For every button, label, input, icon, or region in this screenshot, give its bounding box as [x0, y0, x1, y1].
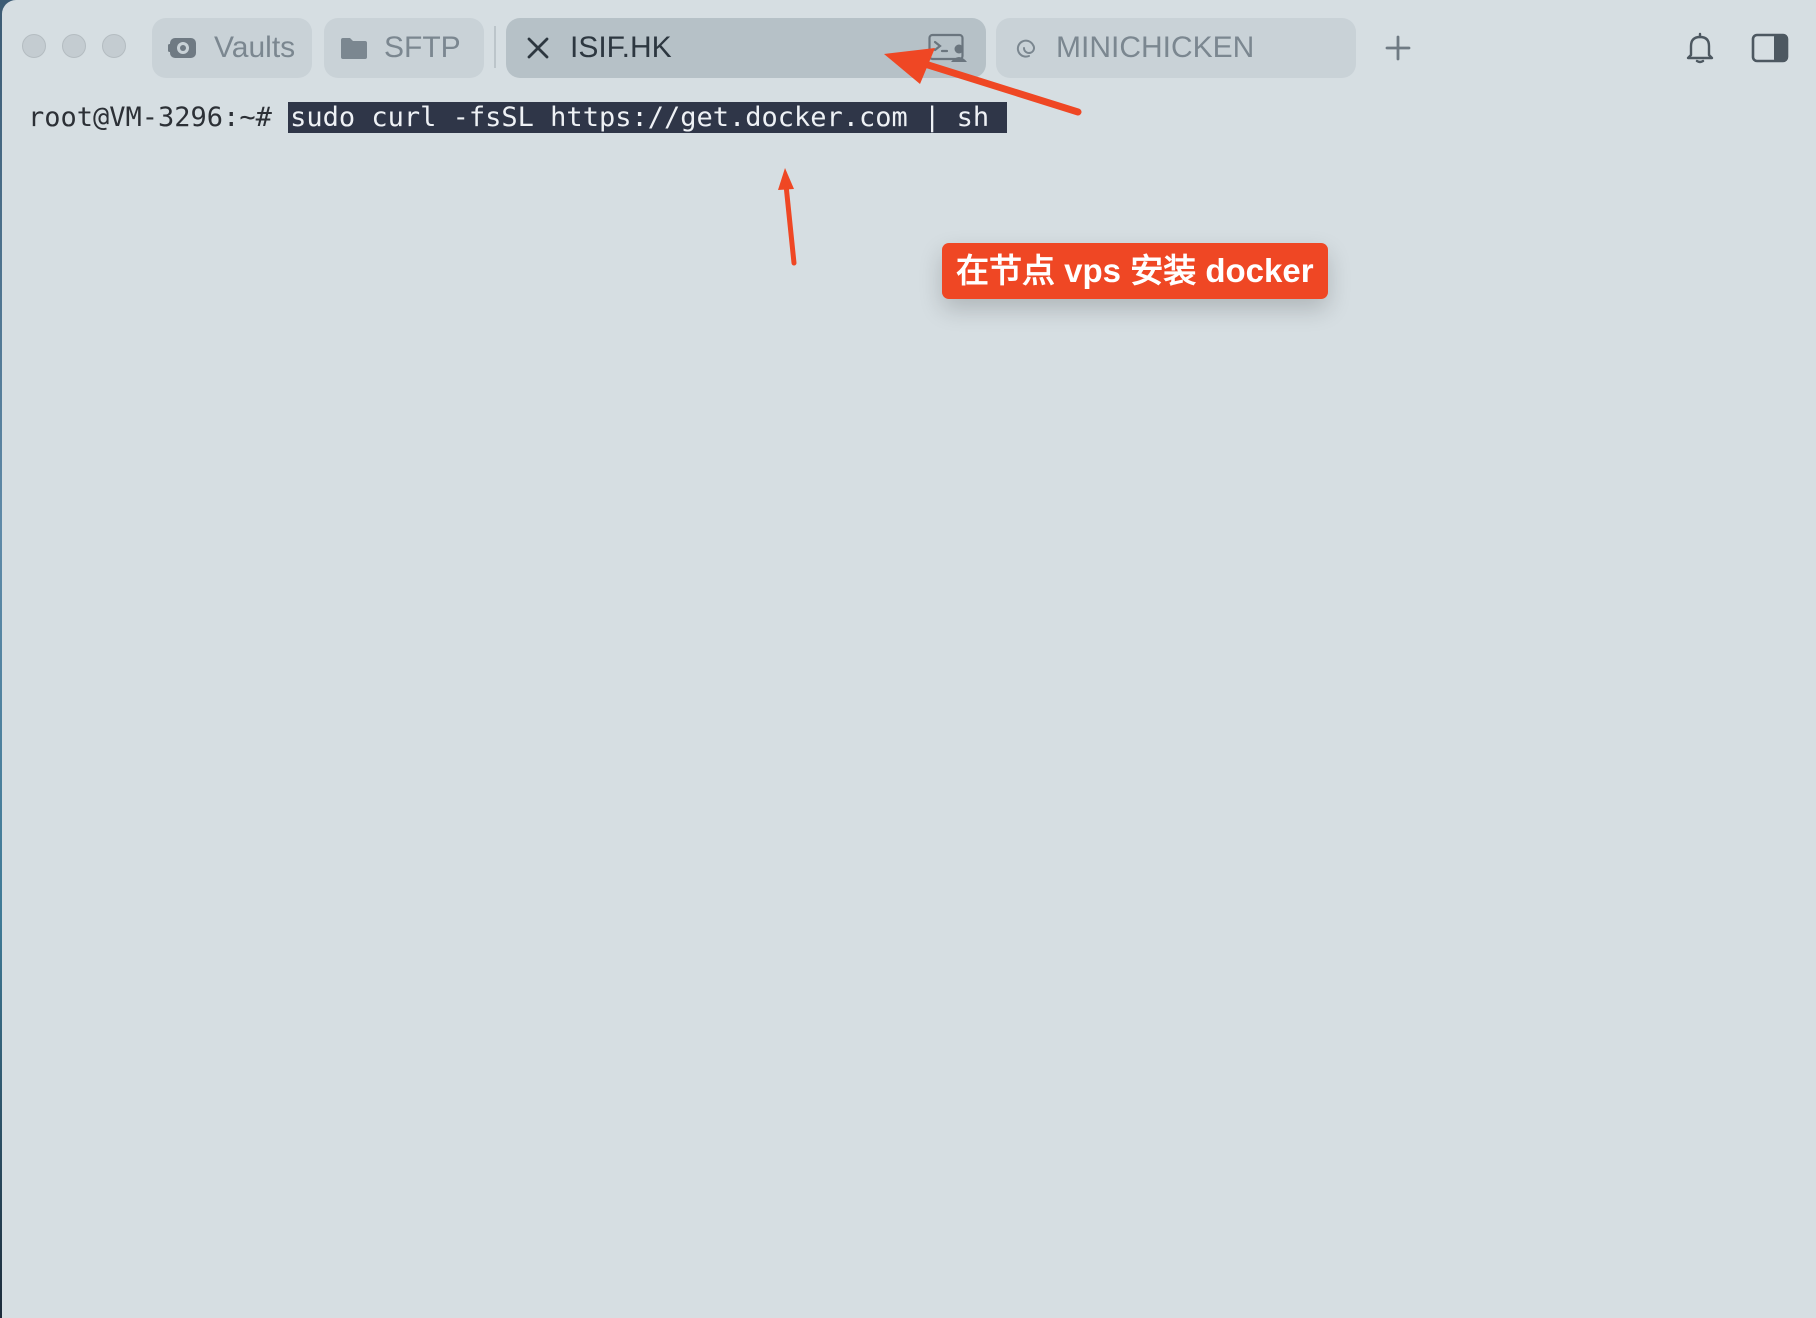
- close-window-button[interactable]: [22, 34, 46, 58]
- tab-label: ISIF.HK: [570, 31, 672, 64]
- tab-label: Vaults: [214, 31, 296, 64]
- tab-label: MINICHICKEN: [1056, 31, 1255, 64]
- vault-icon: [168, 33, 198, 63]
- zoom-window-button[interactable]: [102, 34, 126, 58]
- tab-sftp[interactable]: SFTP: [324, 18, 484, 78]
- new-tab-button[interactable]: [1380, 30, 1416, 66]
- terminal-window: Vaults SFTP ISIF.HK MINICHICKEN root@VM-…: [2, 0, 1816, 1318]
- tab-vaults[interactable]: Vaults: [152, 18, 312, 78]
- bell-icon: [1686, 32, 1714, 64]
- terminal-person-icon[interactable]: [928, 33, 968, 63]
- tab-divider: [494, 26, 496, 68]
- close-icon[interactable]: [526, 36, 550, 60]
- selected-command[interactable]: sudo curl -fsSL https://get.docker.com |…: [288, 102, 1008, 133]
- terminal-output[interactable]: root@VM-3296:~# sudo curl -fsSL https://…: [28, 98, 1008, 138]
- notifications-button[interactable]: [1682, 28, 1718, 68]
- sidebar-toggle-button[interactable]: [1748, 28, 1792, 68]
- annotation-callout: 在节点 vps 安装 docker: [942, 243, 1328, 299]
- tab-isif-hk[interactable]: ISIF.HK: [506, 18, 986, 78]
- sidebar-icon: [1751, 33, 1789, 63]
- title-bar: Vaults SFTP ISIF.HK MINICHICKEN: [2, 0, 1816, 96]
- folder-icon: [340, 36, 368, 60]
- shell-prompt: root@VM-3296:~#: [28, 102, 289, 133]
- minimize-window-button[interactable]: [62, 34, 86, 58]
- debian-swirl-icon: [1014, 36, 1038, 60]
- tab-label: SFTP: [384, 31, 461, 64]
- tab-minichicken[interactable]: MINICHICKEN: [996, 18, 1356, 78]
- plus-icon: [1385, 35, 1411, 61]
